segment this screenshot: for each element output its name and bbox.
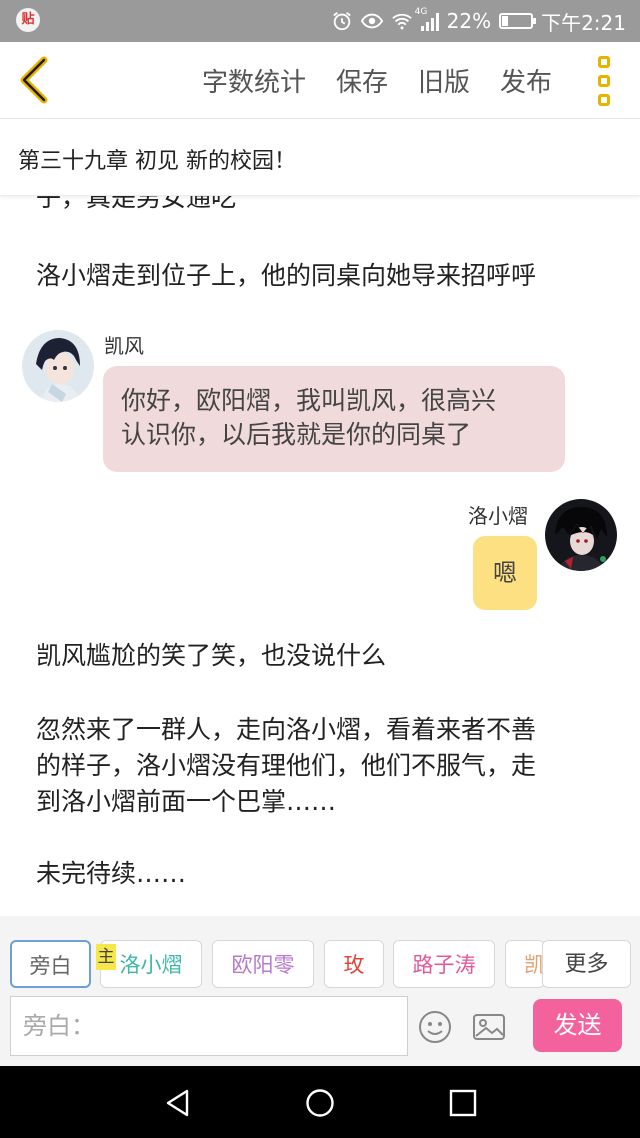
battery-icon	[499, 13, 537, 29]
story-line: 的样子，洛小熠没有理他们，他们不服气，走	[36, 751, 537, 780]
nav-recents-icon[interactable]	[448, 1088, 478, 1118]
save-button[interactable]: 保存	[336, 62, 388, 99]
composer-panel: 旁白 洛小熠 欧阳零 玫 路子涛 凯 更多 主 发送	[0, 916, 640, 1066]
toolbar-actions: 字数统计 保存 旧版 发布	[202, 42, 552, 118]
wifi-icon	[391, 13, 412, 30]
alarm-icon	[332, 12, 351, 31]
dialog-line: 你好，欧阳熠，我叫凯风，很高兴	[121, 386, 497, 415]
speaker-name: 洛小熠	[468, 504, 528, 528]
chip-character[interactable]: 欧阳零	[212, 940, 314, 988]
speaker-name: 凯风	[104, 334, 144, 358]
battery-fill	[502, 16, 509, 26]
story-paragraph: 洛小熠走到位子上，他的同桌向她导来招呼呼	[36, 261, 537, 290]
chip-character[interactable]: 玫	[324, 940, 384, 988]
message-input-box[interactable]	[10, 996, 408, 1056]
eye-icon	[360, 13, 383, 29]
send-button[interactable]: 发送	[533, 999, 622, 1052]
story-paragraph-cut: 子，真是男女通吃	[36, 196, 237, 212]
word-count-button[interactable]: 字数统计	[202, 62, 306, 99]
editor-toolbar: 字数统计 保存 旧版 发布	[0, 42, 640, 119]
chip-narration[interactable]: 旁白	[10, 940, 91, 988]
story-line: 忽然来了一群人，走向洛小熠，看着来者不善	[36, 715, 537, 744]
chapter-header: 第三十九章 初见 新的校园！	[0, 119, 640, 196]
story-line: 到洛小熠前面一个巴掌……	[36, 787, 337, 816]
publish-button[interactable]: 发布	[500, 62, 552, 99]
battery-percent: 22%	[446, 9, 492, 33]
app-notification-icon: 贴	[16, 8, 40, 32]
main-character-badge: 主	[96, 944, 116, 970]
old-version-button[interactable]: 旧版	[418, 62, 470, 99]
dialog-bubble-right[interactable]: 嗯	[473, 536, 537, 610]
message-input[interactable]	[11, 997, 407, 1055]
status-bar: 贴 4G 22% 下午2:21	[0, 0, 640, 42]
back-chevron-icon[interactable]	[14, 54, 58, 106]
nav-home-icon[interactable]	[305, 1088, 335, 1118]
signal-icon: 4G	[415, 7, 439, 31]
more-menu-icon[interactable]	[598, 56, 616, 106]
avatar-kaifeng[interactable]	[22, 330, 94, 402]
system-nav-bar	[0, 1066, 640, 1138]
dialog-bubble-left[interactable]: 你好，欧阳熠，我叫凯风，很高兴 认识你，以后我就是你的同桌了	[103, 366, 565, 472]
network-type-label: 4G	[414, 7, 428, 17]
story-paragraph: 忽然来了一群人，走向洛小熠，看着来者不善 的样子，洛小熠没有理他们，他们不服气，…	[36, 712, 610, 820]
status-right: 4G 22% 下午2:21	[331, 0, 626, 42]
more-characters-button[interactable]: 更多	[542, 940, 631, 988]
story-content[interactable]: 子，真是男女通吃 洛小熠走到位子上，他的同桌向她导来招呼呼 凯风 你好，欧阳熠，…	[0, 196, 640, 916]
clock: 下午2:21	[541, 10, 626, 35]
chip-character[interactable]: 凯	[505, 940, 545, 988]
story-paragraph: 凯风尴尬的笑了笑，也没说什么	[36, 641, 387, 670]
chapter-title[interactable]: 第三十九章 初见 新的校园！	[18, 143, 296, 175]
dialog-line: 认识你，以后我就是你的同桌了	[121, 420, 472, 449]
nav-back-icon[interactable]	[163, 1088, 193, 1118]
chip-character[interactable]: 路子涛	[393, 940, 495, 988]
image-icon[interactable]	[472, 1010, 506, 1044]
smiley-icon[interactable]	[418, 1010, 452, 1044]
story-paragraph: 未完待续……	[36, 859, 187, 888]
avatar-luoxiaoyi[interactable]	[545, 499, 617, 571]
